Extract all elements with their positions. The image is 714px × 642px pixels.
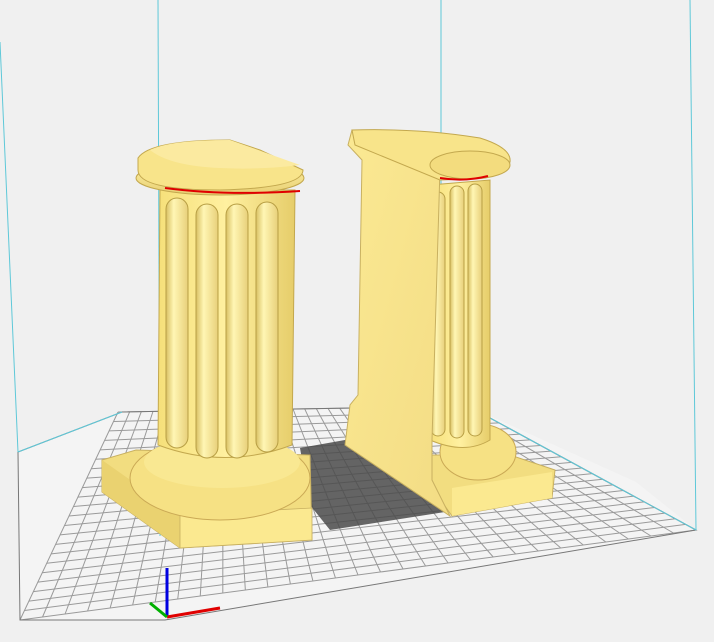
- 3d-viewport[interactable]: [0, 0, 714, 642]
- viewport-canvas[interactable]: [0, 0, 714, 642]
- full-column-model[interactable]: [101, 139, 313, 549]
